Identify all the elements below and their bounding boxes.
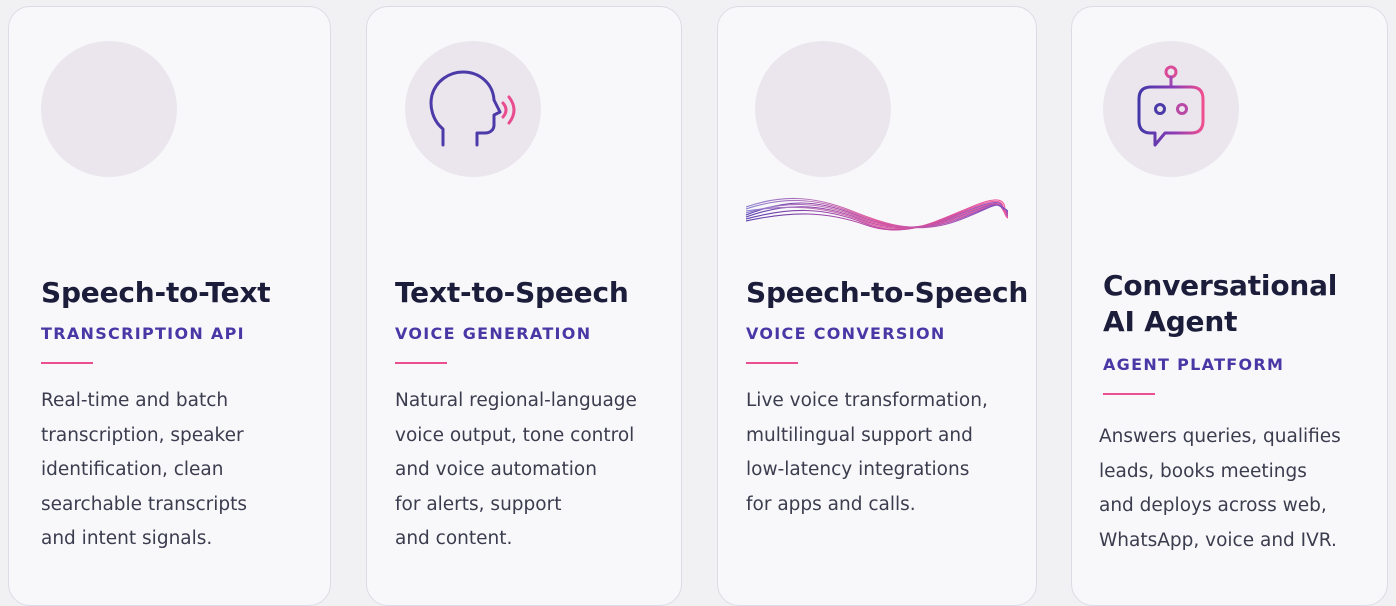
card-conversational-ai-agent[interactable]: Conversational AI Agent AGENT PLATFORM A… [1071,6,1388,606]
accent-divider [41,362,93,364]
icon-circle [755,41,891,177]
icon-circle [41,41,177,177]
card-description: Natural regional-language voice output, … [395,390,637,549]
waveform-graphic [1103,195,1347,229]
sound-bars-icon [783,67,863,151]
waveform-graphic [41,199,293,227]
robot-chat-icon [1137,65,1205,147]
card-subtitle: VOICE GENERATION [395,324,592,343]
card-title: Speech-to-Text [41,276,271,309]
accent-divider [395,362,447,364]
accent-divider [1103,393,1155,395]
card-text-to-speech[interactable]: Text-to-Speech VOICE GENERATION Natural … [366,6,682,606]
card-subtitle: TRANSCRIPTION API [41,324,245,343]
card-title: Speech-to-Speech [746,276,1029,309]
icon-circle [405,41,541,177]
card-description: Real-time and batch transcription, speak… [41,390,248,549]
card-description: Answers queries, qualifies leads, books … [1099,426,1341,551]
card-speech-to-text[interactable]: Speech-to-Text TRANSCRIPTION API Real-ti… [8,6,331,606]
waveform-graphic [395,201,645,225]
speaking-head-icon [429,70,516,147]
accent-divider [746,362,798,364]
card-title: Conversational AI Agent [1103,269,1338,338]
waveform-graphic [746,197,1008,231]
card-subtitle: AGENT PLATFORM [1103,355,1285,374]
card-description: Live voice transformation, multilingual … [746,390,988,515]
icon-circle [1103,41,1239,177]
card-speech-to-speech[interactable]: Speech-to-Speech VOICE CONVERSION Live v… [717,6,1037,606]
card-subtitle: VOICE CONVERSION [746,324,946,343]
sound-bars-icon [75,63,154,155]
card-title: Text-to-Speech [395,276,629,309]
